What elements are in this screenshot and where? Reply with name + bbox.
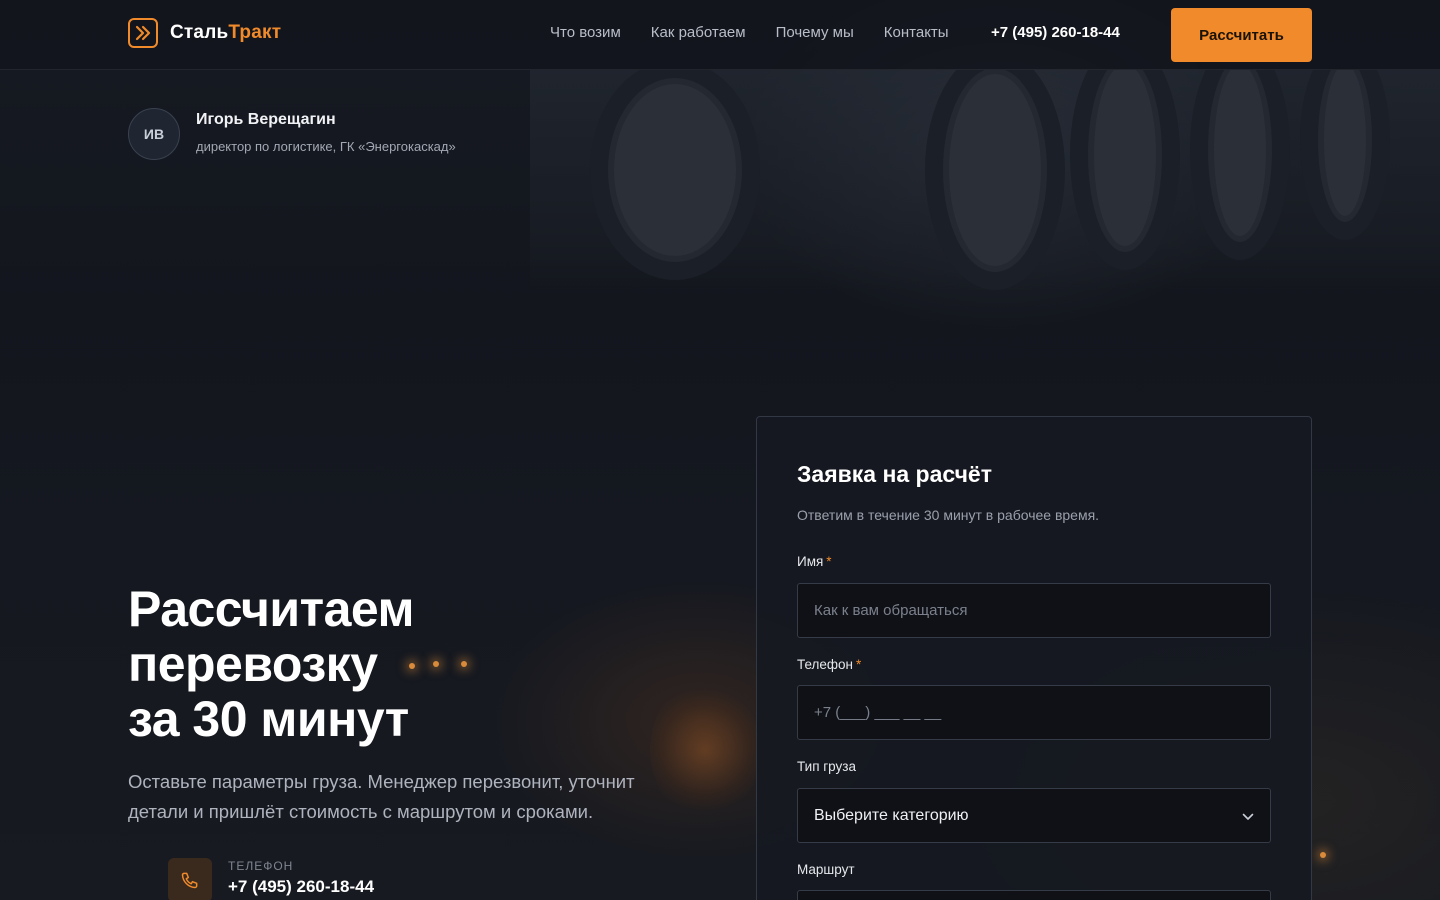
phone-field-label: Телефон * <box>797 657 862 672</box>
hero-title-line: Рассчитаем <box>128 581 415 637</box>
nav-item-why-us[interactable]: Почему мы <box>776 24 854 41</box>
phone-input[interactable] <box>797 685 1271 740</box>
brand-name: СтальТракт <box>170 22 282 43</box>
nav-item-how-we-work[interactable]: Как работаем <box>651 24 746 41</box>
nav-item-contacts[interactable]: Контакты <box>884 24 949 41</box>
background-trucks-image <box>530 70 1440 290</box>
name-input[interactable] <box>797 583 1271 638</box>
form-subtitle: Ответим в течение 30 минут в рабочее вре… <box>797 507 1100 523</box>
hero-title-line: перевозку <box>128 636 378 692</box>
author-name: Игорь Верещагин <box>196 111 336 128</box>
avatar: ИВ <box>128 108 180 160</box>
author-role: директор по логистике, ГК «Энергокаскад» <box>196 139 456 154</box>
request-form: Заявка на расчёт Ответим в течение 30 ми… <box>756 416 1312 900</box>
cargo-type-value: Выберите категорию <box>814 806 969 824</box>
site-header: СтальТракт Что возим Как работаем Почему… <box>0 0 1440 70</box>
hero-title: Рассчитаем перевозку за 30 минут <box>128 582 688 747</box>
calculate-button[interactable]: Рассчитать <box>1171 8 1312 62</box>
cargo-type-label: Тип груза <box>797 759 856 774</box>
phone-icon <box>168 858 212 900</box>
cargo-type-select[interactable]: Выберите категорию <box>797 788 1271 843</box>
testimonial-author: ИВ Игорь Верещагин директор по логистике… <box>128 108 456 160</box>
route-input[interactable] <box>797 890 1271 900</box>
logo[interactable]: СтальТракт <box>128 18 281 48</box>
background-light-dot <box>1320 852 1326 858</box>
hero-title-line: за 30 минут <box>128 691 409 747</box>
name-field-label: Имя * <box>797 554 832 569</box>
route-label: Маршрут <box>797 862 855 877</box>
logo-chevrons-icon <box>128 18 158 48</box>
chevron-down-icon <box>1242 806 1254 825</box>
nav-item-what-we-carry[interactable]: Что возим <box>550 24 621 41</box>
contact-phone[interactable]: ТЕЛЕФОН +7 (495) 260-18-44 <box>168 858 374 900</box>
main-nav: Что возим Как работаем Почему мы Контакт… <box>550 24 949 41</box>
form-title: Заявка на расчёт <box>797 461 992 487</box>
hero-subtitle: Оставьте параметры груза. Менеджер перез… <box>128 771 635 822</box>
header-phone-link[interactable]: +7 (495) 260-18-44 <box>991 24 1120 41</box>
contact-label: ТЕЛЕФОН <box>228 859 294 873</box>
contact-phone-value[interactable]: +7 (495) 260-18-44 <box>228 877 374 897</box>
